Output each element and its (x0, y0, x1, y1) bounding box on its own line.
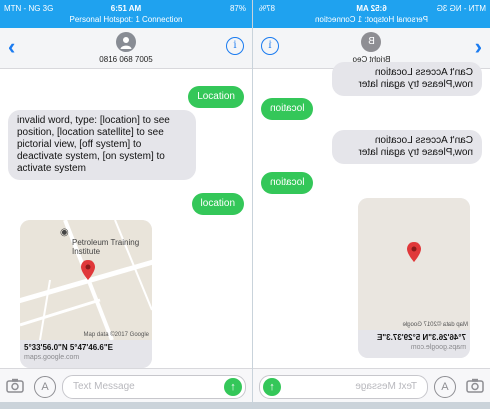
message-placeholder: Text Message (355, 381, 417, 392)
battery-level: 87% (229, 4, 246, 13)
message-placeholder: Text Message (73, 381, 135, 392)
map-caption: 5°33'56.0"N 5°47'46.6"E maps.google.com (20, 340, 152, 368)
incoming-message[interactable]: Can't Access Location now,Please try aga… (332, 130, 482, 164)
map-coordinates: 7°46'26.3"N 5°29'37.3"E (377, 333, 466, 342)
hotspot-banner[interactable]: Personal Hotspot: 1 Connection (253, 15, 490, 24)
map-attribution: Map data ©2017 Google (402, 322, 468, 328)
status-bar: MTN - NG 3G 6:51 AM 87% Personal Hotspot… (0, 0, 252, 28)
location-map-card[interactable]: ◉ Petroleum Training Institute Map data … (20, 220, 152, 368)
screenshot-collage: MTN - NG 3G 6:51 AM 87% Personal Hotspot… (0, 0, 490, 409)
app-store-icon[interactable]: A (34, 376, 56, 398)
message-input-bar: A Text Message ↑ (253, 368, 490, 403)
clock: 6:51 AM (110, 4, 142, 13)
info-icon[interactable]: i (261, 37, 279, 55)
send-arrow-icon[interactable]: ↑ (263, 378, 281, 396)
map-source-link[interactable]: maps.google.com (24, 354, 79, 361)
send-arrow-icon[interactable]: ↑ (224, 378, 242, 396)
incoming-message[interactable]: Can't Access Location now,Please try aga… (332, 62, 482, 96)
keyboard-edge (0, 402, 252, 409)
left-phone-screen: MTN - NG 3G 6:51 AM 87% Personal Hotspot… (0, 0, 252, 409)
conversation-header: ‹ 0816 068 7005 i (0, 28, 252, 69)
map-attribution: Map data ©2017 Google (83, 332, 149, 338)
hotspot-banner[interactable]: Personal Hotspot: 1 Connection (0, 15, 252, 24)
map-view[interactable]: ◉ Petroleum Training Institute Map data … (20, 220, 152, 340)
contact-name: 0816 068 7005 (99, 55, 153, 64)
person-icon (120, 37, 132, 49)
map-coordinates: 5°33'56.0"N 5°47'46.6"E (24, 343, 113, 352)
camera-icon[interactable] (466, 378, 484, 393)
incoming-message[interactable]: invalid word, type: [location] to see po… (8, 110, 196, 180)
app-store-icon[interactable]: A (434, 376, 456, 398)
map-view[interactable]: Map data ©2017 Google (358, 198, 470, 330)
outgoing-message[interactable]: location (261, 98, 314, 120)
clock: 6:52 AM (356, 4, 387, 13)
status-bar: MTN - NG 3G 6:52 AM 87% Personal Hotspot… (253, 0, 490, 28)
right-phone-screen-mirrored: MTN - NG 3G 6:52 AM 87% Personal Hotspot… (253, 0, 490, 409)
info-icon[interactable]: i (226, 37, 244, 55)
camera-icon[interactable] (6, 378, 24, 393)
message-text-field[interactable]: Text Message ↑ (62, 375, 246, 399)
message-text-field[interactable]: Text Message ↑ (259, 375, 428, 399)
location-map-card[interactable]: Map data ©2017 Google 7°46'26.3"N 5°29'3… (358, 198, 470, 358)
keyboard-edge (253, 402, 490, 409)
message-input-bar: A Text Message ↑ (0, 368, 252, 403)
outgoing-message[interactable]: location (261, 172, 314, 194)
contact-avatar[interactable] (116, 32, 136, 52)
map-source-link[interactable]: maps.google.com (411, 344, 466, 351)
outgoing-message[interactable]: Location (188, 86, 244, 108)
contact-avatar[interactable]: B (361, 32, 382, 52)
poi-label: Petroleum Training Institute (72, 238, 140, 256)
poi-marker-icon: ◉ (60, 227, 69, 238)
location-pin-icon (407, 242, 421, 262)
outgoing-message[interactable]: location (191, 193, 244, 215)
battery-level: 87% (259, 4, 276, 13)
location-pin-icon (81, 260, 95, 280)
map-caption: 7°46'26.3"N 5°29'37.3"E maps.google.com (358, 330, 470, 358)
